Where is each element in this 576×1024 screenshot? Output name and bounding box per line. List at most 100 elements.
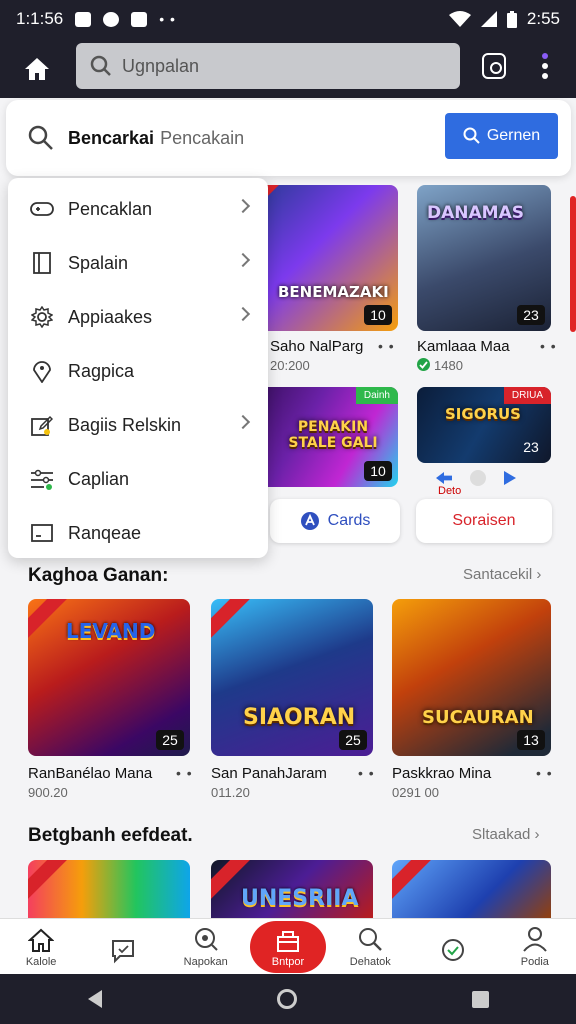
- game-card-image[interactable]: LEVAND 25: [28, 599, 190, 756]
- camera-icon[interactable]: [482, 53, 506, 79]
- search-button-label: Gernen: [486, 127, 541, 144]
- app-notification-icon: [103, 11, 120, 27]
- more-options-icon[interactable]: [540, 53, 550, 83]
- top-search-bar[interactable]: Ugnpalan: [76, 43, 460, 89]
- chevron-right-icon: [235, 306, 251, 322]
- nav-label: Bntpor: [271, 956, 305, 968]
- game-art-title: DANAMAS: [427, 203, 524, 223]
- top-search-placeholder: Ugnpalan: [122, 55, 200, 76]
- game-title[interactable]: Saho NalParg: [270, 338, 363, 355]
- nav-bntpor[interactable]: Bntpor: [247, 919, 329, 974]
- nav-profile[interactable]: Podia: [494, 919, 576, 974]
- game-card-image[interactable]: [392, 860, 551, 918]
- chevron-right-icon: [235, 414, 251, 430]
- tag-label: Dainh: [355, 387, 398, 404]
- game-art-title: BENEMAZAKI: [278, 283, 389, 301]
- home-button-icon[interactable]: [276, 989, 297, 1009]
- menu-item-appiaakes[interactable]: Appiaakes: [8, 290, 268, 344]
- menu-item-caplian[interactable]: Caplian: [8, 452, 268, 506]
- nav-napokan[interactable]: Napokan: [165, 919, 247, 974]
- see-all-link[interactable]: Sltaakad ›: [472, 826, 540, 843]
- search-icon: [359, 928, 383, 951]
- arrow-icon: [436, 472, 452, 484]
- status-bar: 1:1:56 • • 2:55: [0, 0, 576, 38]
- nav-chat[interactable]: [82, 919, 164, 974]
- game-title[interactable]: Paskkrao Mina: [392, 765, 491, 782]
- speech-icon: [441, 939, 464, 961]
- search-query[interactable]: Bencarkai: [68, 128, 154, 149]
- dropdown-menu: Pencaklan Spalain Appiaakes Ragpica Bagi…: [8, 178, 268, 558]
- cards-button[interactable]: Cards: [270, 499, 400, 543]
- game-card-image[interactable]: DANAMAS 23: [417, 185, 551, 331]
- menu-item-pencaklan[interactable]: Pencaklan: [8, 182, 268, 236]
- social-button[interactable]: Soraisen: [416, 499, 552, 543]
- game-card-image[interactable]: DRIUA SIGORUS 23: [417, 387, 551, 463]
- chevron-right-icon: [235, 198, 251, 214]
- game-card-image[interactable]: [28, 860, 190, 918]
- game-subtitle: 1480: [434, 358, 463, 373]
- sliders-icon: [30, 467, 54, 491]
- menu-item-ragpica[interactable]: Ragpica: [8, 344, 268, 398]
- game-card-image[interactable]: SIAORAN 25: [211, 599, 373, 756]
- game-art-title: SIAORAN: [243, 705, 356, 730]
- scrollbar[interactable]: [570, 196, 576, 332]
- menu-item-label: Pencaklan: [68, 198, 153, 219]
- cards-icon: [300, 512, 319, 530]
- play-icon: [504, 471, 516, 485]
- more-icon[interactable]: • •: [358, 765, 375, 781]
- controller-icon: [30, 197, 54, 221]
- menu-item-label: Appiaakes: [68, 306, 153, 327]
- menu-item-spalain[interactable]: Spalain: [8, 236, 268, 290]
- recents-icon[interactable]: [471, 990, 489, 1008]
- rating-badge: 13: [517, 730, 545, 750]
- search-icon: [28, 125, 53, 150]
- more-icon[interactable]: • •: [540, 338, 557, 354]
- profile-icon: [523, 927, 547, 952]
- game-title[interactable]: RanBanélao Mana: [28, 765, 152, 782]
- gift-icon: [276, 931, 299, 952]
- message-icon: [131, 11, 148, 27]
- nav-label: Kalole: [25, 956, 57, 968]
- game-subtitle: 011.20: [211, 785, 250, 800]
- cards-label: Cards: [327, 512, 371, 529]
- search-input[interactable]: Pencakain: [160, 128, 244, 149]
- menu-item-label: Bagiis Relskin: [68, 414, 182, 435]
- game-title[interactable]: San PanahJaram: [211, 765, 327, 782]
- more-icon[interactable]: • •: [176, 765, 193, 781]
- menu-item-label: Ranqeae: [68, 522, 142, 543]
- verified-icon: [417, 358, 430, 371]
- menu-item-ranqeae[interactable]: Ranqeae: [8, 506, 268, 560]
- see-all-label: Sltaakad: [472, 826, 531, 843]
- search-icon: [463, 127, 480, 144]
- rating-badge: 23: [523, 439, 539, 455]
- game-card-image[interactable]: UNESRIIA: [211, 860, 373, 918]
- score-text: Deto: [438, 485, 462, 497]
- more-notifications-icon: • •: [159, 11, 176, 27]
- social-label: Soraisen: [452, 512, 516, 529]
- see-all-label: Santacekil: [463, 566, 533, 583]
- status-time: 1:1:56: [16, 9, 64, 28]
- more-icon[interactable]: • •: [536, 765, 553, 781]
- nav-home[interactable]: Kalole: [0, 919, 82, 974]
- rating-badge: 25: [156, 730, 184, 750]
- edit-icon: [30, 413, 54, 437]
- status-clock: 2:55: [526, 9, 560, 28]
- system-navigation-bar: [0, 974, 576, 1024]
- nav-dehatok[interactable]: Dehatok: [329, 919, 411, 974]
- chevron-right-icon: [235, 252, 251, 268]
- nav-speech[interactable]: [411, 919, 493, 974]
- game-card-image[interactable]: SUCAURAN 13: [392, 599, 551, 756]
- menu-item-bagiis-relskin[interactable]: Bagiis Relskin: [8, 398, 268, 452]
- see-all-link[interactable]: Santacekil ›: [463, 566, 541, 583]
- more-icon[interactable]: • •: [378, 338, 395, 354]
- search-button[interactable]: Gernen: [445, 113, 558, 159]
- rating-badge: 10: [364, 305, 392, 325]
- menu-item-label: Caplian: [68, 468, 130, 489]
- menu-item-label: Ragpica: [68, 360, 135, 381]
- section-title: Betgbanh eefdeat.: [28, 825, 193, 846]
- back-icon[interactable]: [87, 990, 102, 1008]
- game-title[interactable]: Kamlaaa Maa: [417, 338, 510, 355]
- home-icon[interactable]: [22, 54, 52, 84]
- circle-icon: [470, 470, 486, 486]
- game-subtitle: 0291 00: [392, 785, 439, 800]
